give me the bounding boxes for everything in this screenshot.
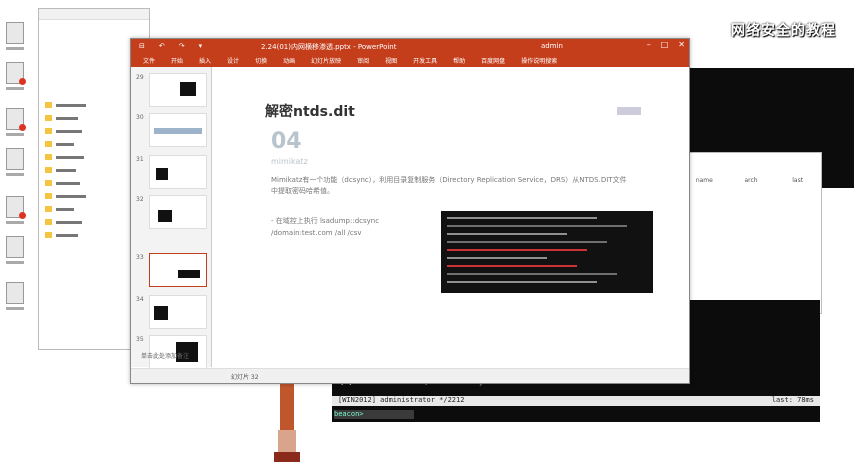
slide-bullet[interactable]: - 在域控上执行 lsadump::dcsync /domain:test.co… bbox=[271, 215, 436, 239]
folder-item[interactable] bbox=[45, 230, 143, 240]
column-header[interactable]: arch bbox=[728, 177, 775, 187]
slide-number: 32 bbox=[136, 196, 144, 203]
tab-baidu[interactable]: 百度网盘 bbox=[473, 56, 513, 65]
folder-icon bbox=[45, 128, 52, 134]
maximize-icon[interactable]: □ bbox=[661, 40, 669, 49]
slide-thumbnail[interactable]: 34 bbox=[136, 295, 207, 329]
folder-item[interactable] bbox=[45, 100, 143, 110]
desktop-icon[interactable] bbox=[2, 22, 28, 52]
folder-item[interactable] bbox=[45, 113, 143, 123]
folder-icon bbox=[45, 154, 52, 160]
slide-thumbnail[interactable]: 29 bbox=[136, 73, 207, 107]
session-list-window[interactable]: name arch last bbox=[680, 152, 822, 314]
folder-item[interactable] bbox=[45, 191, 143, 201]
save-icon[interactable]: ⊟ bbox=[139, 42, 145, 50]
embedded-screenshot[interactable] bbox=[441, 211, 653, 293]
slide-number: 29 bbox=[136, 74, 144, 81]
folder-icon bbox=[45, 167, 52, 173]
slide-thumbnail[interactable]: 30 bbox=[136, 113, 207, 147]
tab-insert[interactable]: 插入 bbox=[191, 56, 219, 65]
console-prompt[interactable]: beacon> bbox=[334, 410, 414, 419]
folder-icon bbox=[45, 115, 52, 121]
customize-icon[interactable]: ▾ bbox=[199, 42, 203, 50]
folder-item[interactable] bbox=[45, 204, 143, 214]
folder-icon bbox=[45, 219, 52, 225]
slide-indicator: 幻灯片 32 bbox=[231, 374, 259, 381]
slide-number: 30 bbox=[136, 114, 144, 121]
redo-icon[interactable]: ↷ bbox=[179, 42, 185, 50]
folder-item[interactable] bbox=[45, 139, 143, 149]
folder-item[interactable] bbox=[45, 152, 143, 162]
tab-file[interactable]: 文件 bbox=[135, 56, 163, 65]
folder-item[interactable] bbox=[45, 178, 143, 188]
ppt-status-bar: 幻灯片 32 bbox=[131, 368, 689, 383]
slide-number: 33 bbox=[136, 254, 144, 261]
folder-icon bbox=[45, 232, 52, 238]
window-controls: – □ ✕ bbox=[647, 40, 685, 49]
desktop-icon[interactable] bbox=[2, 62, 28, 92]
column-header[interactable]: last bbox=[774, 177, 821, 187]
tell-me-search[interactable]: 操作说明搜索 bbox=[513, 56, 565, 65]
minimize-icon[interactable]: – bbox=[647, 40, 651, 49]
tab-help[interactable]: 帮助 bbox=[445, 56, 473, 65]
tab-developer[interactable]: 开发工具 bbox=[405, 56, 445, 65]
slide-paragraph[interactable]: Mimikatz有一个功能（dcsync），利用目录复制服务（Directory… bbox=[271, 175, 631, 197]
desktop-icon[interactable] bbox=[2, 196, 28, 226]
notes-pane[interactable]: 单击此处添加备注 bbox=[141, 351, 189, 360]
tab-slideshow[interactable]: 幻灯片放映 bbox=[303, 56, 349, 65]
ribbon-tabs: 文件 开始 插入 设计 切换 动画 幻灯片放映 审阅 视图 开发工具 帮助 百度… bbox=[131, 53, 689, 67]
folder-icon bbox=[45, 193, 52, 199]
console-status-left: [WIN2012] administrator */2212 bbox=[338, 396, 465, 404]
folder-icon bbox=[45, 206, 52, 212]
tab-home[interactable]: 开始 bbox=[163, 56, 191, 65]
tab-view[interactable]: 视图 bbox=[377, 56, 405, 65]
tab-animations[interactable]: 动画 bbox=[275, 56, 303, 65]
folder-icon bbox=[45, 102, 52, 108]
slide-thumbnail-pane[interactable]: 29 30 31 32 33 34 35 bbox=[131, 67, 212, 369]
video-overlay-title: 网络安全的教程 bbox=[731, 23, 836, 39]
slide-thumbnail[interactable]: 31 bbox=[136, 155, 207, 189]
slide-canvas[interactable]: 解密ntds.dit 04 mimikatz Mimikatz有一个功能（dcs… bbox=[223, 79, 675, 359]
folder-item[interactable] bbox=[45, 217, 143, 227]
slide-thumbnail[interactable]: 32 bbox=[136, 195, 207, 229]
slide-number: 34 bbox=[136, 296, 144, 303]
folder-icon bbox=[45, 180, 52, 186]
session-list-header: name arch last bbox=[681, 177, 821, 187]
desktop-icon[interactable] bbox=[2, 282, 28, 312]
window-title: 2.24(01)内网横移渗透.pptx - PowerPoint bbox=[261, 43, 397, 51]
desktop-icon[interactable] bbox=[2, 236, 28, 266]
explorer-toolbar[interactable] bbox=[39, 9, 149, 20]
desktop-icon[interactable] bbox=[2, 108, 28, 138]
folder-icon bbox=[45, 141, 52, 147]
folder-item[interactable] bbox=[45, 165, 143, 175]
ppt-title-bar[interactable]: ⊟ ↶ ↷ ▾ 2.24(01)内网横移渗透.pptx - PowerPoint… bbox=[131, 39, 689, 53]
slide-number: 35 bbox=[136, 336, 144, 343]
folder-item[interactable] bbox=[45, 126, 143, 136]
slide-number: 31 bbox=[136, 156, 144, 163]
undo-icon[interactable]: ↶ bbox=[159, 42, 165, 50]
tab-design[interactable]: 设计 bbox=[219, 56, 247, 65]
logo bbox=[617, 107, 641, 115]
slide-thumbnail-selected[interactable]: 33 bbox=[136, 253, 207, 287]
console-status-bar: [WIN2012] administrator */2212 last: 78m… bbox=[332, 396, 820, 406]
tab-review[interactable]: 审阅 bbox=[349, 56, 377, 65]
section-subtitle[interactable]: mimikatz bbox=[271, 157, 308, 166]
quick-access-toolbar: ⊟ ↶ ↷ ▾ bbox=[139, 42, 202, 50]
slide-heading[interactable]: 解密ntds.dit bbox=[265, 101, 355, 121]
user-name[interactable]: admin bbox=[541, 42, 563, 50]
powerpoint-window[interactable]: ⊟ ↶ ↷ ▾ 2.24(01)内网横移渗透.pptx - PowerPoint… bbox=[130, 38, 690, 384]
console-status-right: last: 78ms bbox=[771, 396, 814, 404]
section-number[interactable]: 04 bbox=[271, 129, 302, 154]
tab-transitions[interactable]: 切换 bbox=[247, 56, 275, 65]
desktop-icon[interactable] bbox=[2, 148, 28, 178]
close-icon[interactable]: ✕ bbox=[678, 40, 685, 49]
